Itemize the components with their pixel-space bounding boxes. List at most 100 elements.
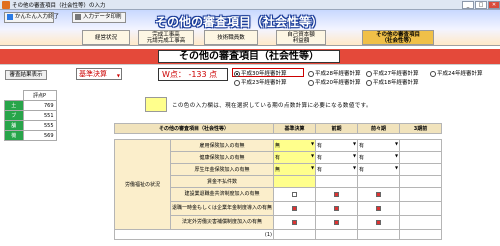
prev2-checkbox-cell[interactable] [357,187,401,202]
cell-value: 有 [317,167,323,173]
close-icon[interactable]: ✕ [488,1,500,9]
row-label: 雇用保険加入の有無 [169,139,275,152]
score-row: 機 569 [4,130,57,141]
score-label: ブ [4,110,24,121]
prev-cell-select[interactable]: 有 [315,151,359,164]
prev2-cell-select[interactable]: 有 [357,151,401,164]
prev-cell-select[interactable]: 有 [315,163,359,176]
basis-checkbox-cell[interactable] [273,215,317,230]
prev-cell-select[interactable]: 有 [315,139,359,152]
radio-h30[interactable]: 平成30年経審計算 [234,69,287,77]
section-bar: その他の審査項目（社会性等） [0,49,500,64]
basis-select[interactable]: 基準決算 [76,68,122,81]
score-value: 569 [22,130,57,141]
prev2-cell-select[interactable]: 有 [357,163,401,176]
radio-h27[interactable]: 平成27年経審計算 [366,69,419,77]
footer-cell [273,229,317,240]
table-row: (1) [113,229,443,240]
tab-technical-staff[interactable]: 技術職員数 [204,30,258,45]
radio-label: 平成23年経審計算 [241,80,287,86]
other-items-grid: その他の審査項目（社会性等） 基準決算 前期 前々期 3期前 労働福祉の状況 雇… [113,123,443,240]
prev3-cell [399,187,443,202]
radio-h24[interactable]: 平成24年経審計算 [430,69,483,77]
checkbox[interactable] [376,191,382,197]
basis-checkbox-cell[interactable] [273,201,317,216]
section-title: その他の審査項目（社会性等） [158,50,340,63]
checkbox[interactable] [292,219,298,225]
exit-icon [7,13,13,20]
radio-h28[interactable]: 平成28年経審計算 [308,69,361,77]
prev2-checkbox-cell[interactable] [357,215,401,230]
prev-checkbox-cell[interactable] [315,201,359,216]
prev-checkbox-cell[interactable] [315,215,359,230]
app-icon [2,1,10,9]
prev3-cell [399,139,443,152]
checkbox[interactable] [376,219,382,225]
score-header: 評点P [22,90,57,101]
basis-cell-select[interactable]: 無 [273,139,317,152]
prev-cell-input[interactable] [315,175,359,188]
basis-cell-input[interactable] [273,175,317,188]
tab-business-status[interactable]: 経営状況 [82,30,130,45]
prev3-cell [399,175,443,188]
checkbox[interactable] [292,191,298,197]
cell-value: 有 [317,143,323,149]
radio-h20[interactable]: 平成20年経審計算 [308,78,361,86]
prev2-cell-input[interactable] [357,175,401,188]
score-row: 舗 555 [4,120,57,131]
header: かんたん入力終了 入力データ印刷 その他の審査項目（社会性等） 経営状況 完成工… [0,10,500,46]
basis-cell-select[interactable]: 無 [273,163,317,176]
maximize-icon[interactable]: □ [475,1,487,9]
printer-icon [75,13,81,20]
row-label: 厚生年金保険加入の有無 [169,163,275,176]
prev2-checkbox-cell[interactable] [357,201,401,216]
footer-cell [399,229,443,240]
radio-dot [234,70,240,77]
divider [0,64,500,65]
grid-header-item: その他の審査項目（社会性等） [113,123,275,134]
cell-value: 有 [317,155,323,161]
radio-dot [234,79,240,86]
score-label: 機 [4,130,24,141]
score-table: 評点P 土 769 ブ 551 舗 555 機 569 [4,90,57,141]
input-color-swatch [145,97,167,112]
radio-h23[interactable]: 平成23年経審計算 [234,78,287,86]
tab-completed-work[interactable]: 完成工事高 元請完成工事高 [138,30,194,45]
checkbox[interactable] [334,191,340,197]
radio-dot [308,70,314,77]
radio-label: 平成20年経審計算 [315,80,361,86]
score-label: 土 [4,100,24,111]
row-label: 退職一時金もしくは企業年金制度導入の有無 [169,201,275,216]
prev-checkbox-cell[interactable] [315,187,359,202]
radio-label: 平成27年経審計算 [373,71,419,77]
grid-header-prev3: 3期前 [399,123,443,134]
basis-select-value: 基準決算 [79,70,107,78]
minimize-icon[interactable]: _ [462,1,474,9]
tab-label: 経営状況 [94,35,117,41]
score-corner [5,91,24,101]
prev2-cell-select[interactable]: 有 [357,139,401,152]
grid-header-prev2: 前々期 [357,123,401,134]
cell-value: 無 [275,167,281,173]
basis-checkbox-cell[interactable] [273,187,317,202]
cell-value: 無 [275,143,281,149]
row-label: 賃金不払件数 [169,175,275,188]
tab-other-items[interactable]: その他の審査項目 （社会性等） [362,30,434,45]
footer-cell [357,229,401,240]
checkbox[interactable] [376,205,382,211]
basis-cell-select[interactable]: 有 [273,151,317,164]
score-value: 555 [22,120,57,131]
checkbox[interactable] [334,219,340,225]
radio-label: 平成24年経審計算 [437,71,483,77]
checkbox[interactable] [292,205,298,211]
checkbox[interactable] [334,205,340,211]
radio-h18[interactable]: 平成18年経審計算 [366,78,419,86]
grid-header-row: その他の審査項目（社会性等） 基準決算 前期 前々期 3期前 [113,123,443,134]
print-data-label: 入力データ印刷 [83,14,122,20]
tab-equity-profit[interactable]: 自己資本額 利益額 [276,30,326,45]
tab-label: 技術職員数 [217,35,245,41]
score-row: 土 769 [4,100,57,111]
finish-input-button[interactable]: かんたん入力終了 [4,12,59,23]
print-data-button[interactable]: 入力データ印刷 [72,12,126,23]
show-result-button[interactable]: 審査結果表示 [5,70,47,80]
